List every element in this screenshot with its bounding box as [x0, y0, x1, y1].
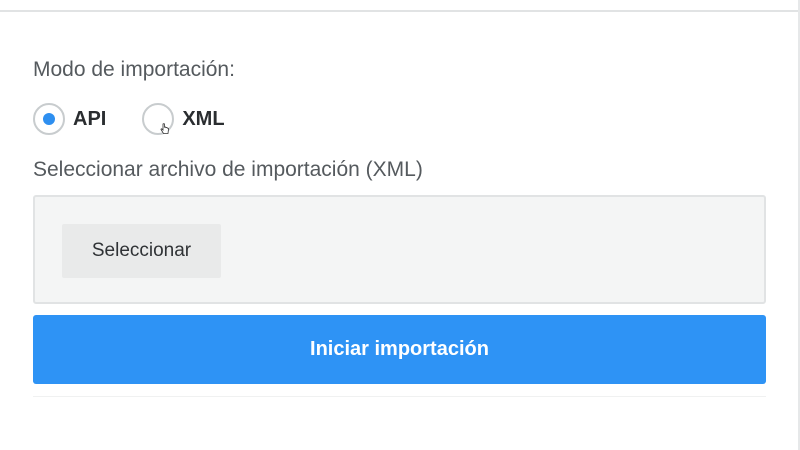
- file-select-label: Seleccionar archivo de importación (XML): [33, 158, 423, 181]
- radio-selected-dot: [43, 113, 55, 125]
- select-file-button[interactable]: Seleccionar: [62, 224, 221, 278]
- radio-option-xml[interactable]: XML: [142, 103, 225, 135]
- import-mode-label: Modo de importación:: [33, 58, 235, 81]
- hand-pointer-icon: [160, 123, 170, 134]
- file-drop-area[interactable]: Seleccionar: [33, 195, 766, 304]
- radio-xml-label[interactable]: XML: [182, 108, 224, 131]
- bottom-divider: [33, 396, 766, 397]
- radio-option-api[interactable]: API: [33, 103, 106, 135]
- radio-xml[interactable]: [142, 103, 175, 135]
- radio-api-label[interactable]: API: [73, 108, 106, 131]
- import-mode-radio-group: API XML: [33, 103, 225, 135]
- top-divider: [0, 10, 800, 12]
- radio-api[interactable]: [33, 103, 65, 135]
- start-import-button[interactable]: Iniciar importación: [33, 315, 766, 384]
- import-panel: Modo de importación: API XML Seleccionar…: [0, 0, 800, 450]
